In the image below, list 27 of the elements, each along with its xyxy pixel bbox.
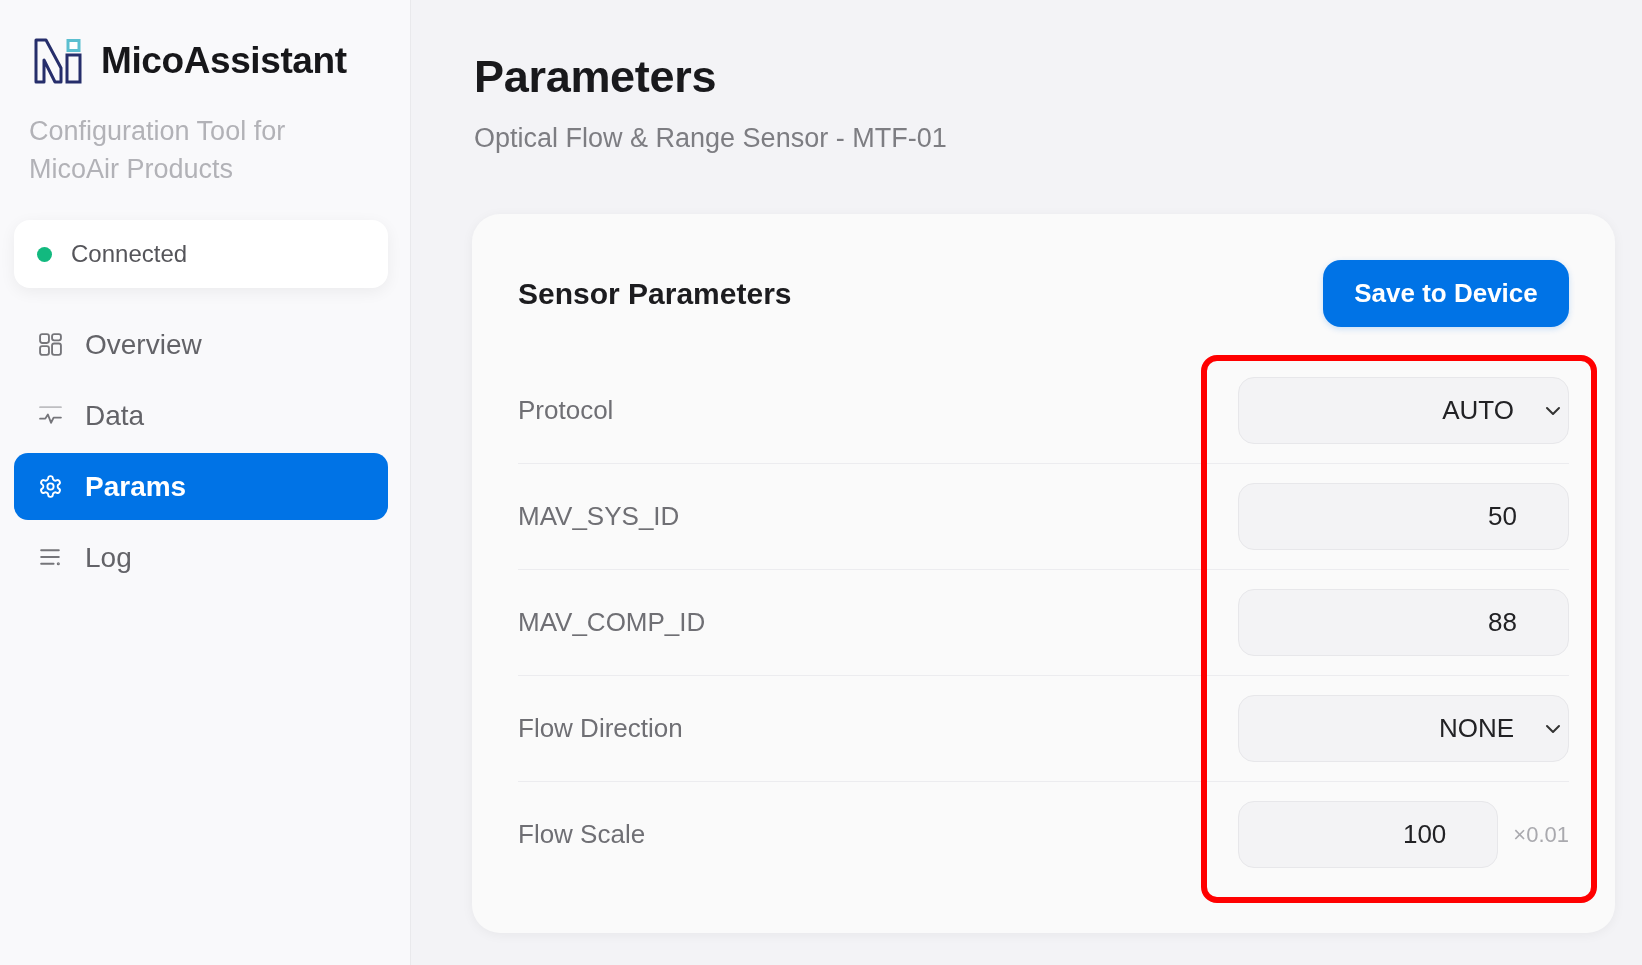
gear-icon: [38, 474, 63, 499]
chevron-down-icon: [1545, 405, 1561, 416]
param-label: Protocol: [518, 395, 614, 426]
tagline: Configuration Tool for MicoAir Products: [29, 115, 287, 186]
param-label: MAV_SYS_ID: [518, 501, 680, 532]
nav-item[interactable]: Log: [14, 524, 388, 591]
save-button[interactable]: Save to Device: [1323, 260, 1569, 327]
grid-icon: [38, 332, 63, 357]
page-title: Parameters: [474, 50, 717, 104]
number-input[interactable]: 88: [1238, 589, 1569, 656]
number-input[interactable]: 100: [1238, 801, 1499, 868]
card-title: Sensor Parameters: [518, 276, 792, 311]
logo-icon: [34, 38, 84, 84]
app-title: MicoAssistant: [101, 40, 347, 82]
nav-item[interactable]: Params: [14, 453, 388, 520]
status-label: Connected: [71, 240, 188, 268]
unit-label: ×0.01: [1513, 821, 1569, 848]
param-label: MAV_COMP_ID: [518, 607, 706, 638]
param-label: Flow Direction: [518, 713, 683, 744]
chevron-down-icon: [1545, 723, 1561, 734]
select-dropdown[interactable]: AUTO: [1238, 377, 1569, 444]
param-label: Flow Scale: [518, 819, 646, 850]
select-dropdown[interactable]: NONE: [1238, 695, 1569, 762]
page-subtitle: Optical Flow & Range Sensor - MTF-01: [474, 122, 947, 154]
nav-item[interactable]: Data: [14, 382, 388, 449]
nav-item[interactable]: Overview: [14, 311, 388, 378]
number-input[interactable]: 50: [1238, 483, 1569, 550]
